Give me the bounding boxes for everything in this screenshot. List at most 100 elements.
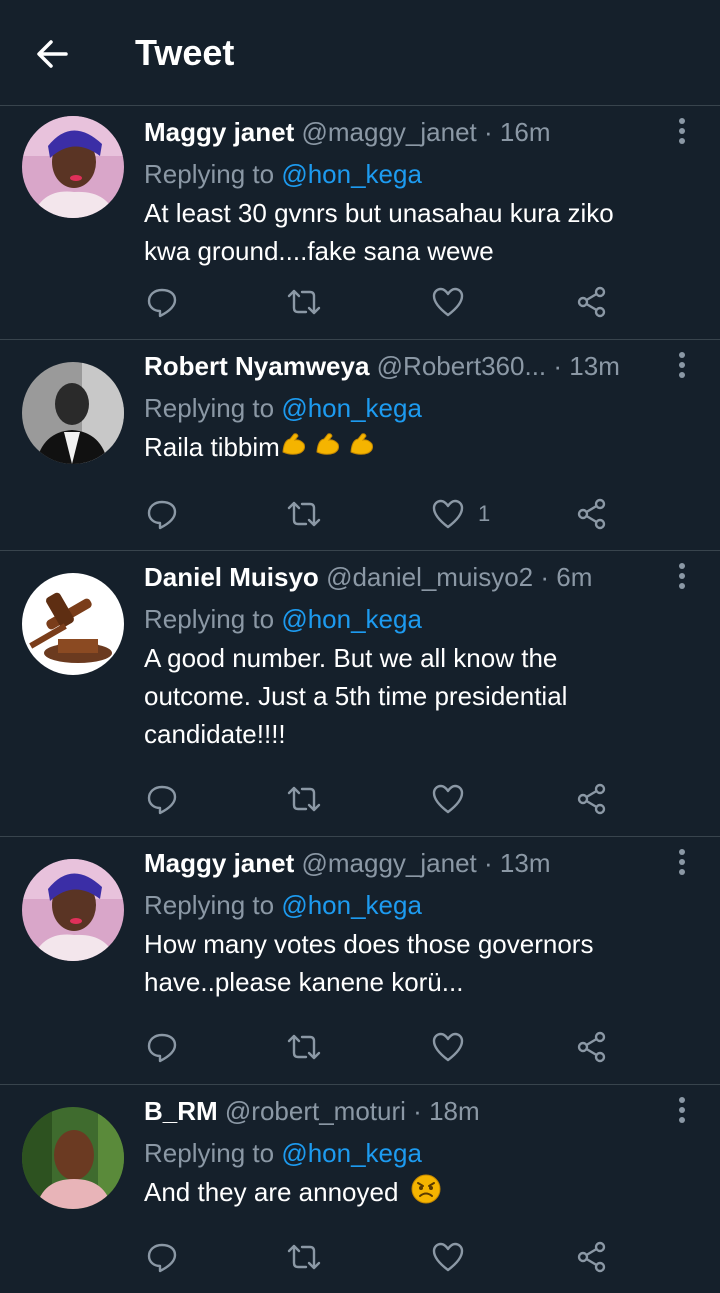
retweet-button[interactable] xyxy=(286,779,322,819)
reply-icon xyxy=(147,1243,177,1273)
reply-header: Maggy janet @maggy_janet · 16m xyxy=(144,114,664,150)
like-count: 1 xyxy=(478,501,491,526)
user-handle[interactable]: @daniel_muisyo2 xyxy=(326,562,533,592)
share-button[interactable] xyxy=(576,1237,608,1277)
share-icon xyxy=(577,1031,606,1063)
heart-icon xyxy=(432,499,464,529)
tweet-text: How many votes does those governors have… xyxy=(144,925,684,1001)
reply-tweet[interactable]: B_RM @robert_moturi · 18m Replying to @h… xyxy=(0,1085,720,1293)
reply-tweet[interactable]: Maggy janet @maggy_janet · 16m Replying … xyxy=(0,106,720,340)
reply-header: B_RM @robert_moturi · 18m xyxy=(144,1093,664,1129)
replying-to: Replying to @hon_kega xyxy=(144,887,422,923)
retweet-icon xyxy=(287,1034,321,1060)
reply-tweet[interactable]: Robert Nyamweya @Robert360... · 13m Repl… xyxy=(0,340,720,551)
separator: · xyxy=(484,117,493,147)
heart-icon xyxy=(432,1032,464,1062)
reply-button[interactable] xyxy=(146,1027,178,1067)
tweet-text-line: candidate!!!! xyxy=(144,719,286,749)
avatar[interactable] xyxy=(22,859,124,961)
display-name[interactable]: Daniel Muisyo xyxy=(144,562,319,592)
display-name[interactable]: Robert Nyamweya xyxy=(144,351,369,381)
mention-link[interactable]: @hon_kega xyxy=(281,159,422,189)
like-button[interactable] xyxy=(432,779,478,819)
timestamp[interactable]: 16m xyxy=(500,117,551,147)
action-bar xyxy=(144,1237,624,1277)
replying-to: Replying to @hon_kega xyxy=(144,1135,422,1171)
replying-prefix: Replying to xyxy=(144,890,275,920)
user-handle[interactable]: @maggy_janet xyxy=(301,117,476,147)
flexed-biceps-emoji xyxy=(348,430,376,468)
avatar[interactable] xyxy=(22,1107,124,1209)
tweet-text-line: have..please kanene korü... xyxy=(144,967,464,997)
tweet-text-line: Raila tibbim xyxy=(144,432,280,462)
share-button[interactable] xyxy=(576,1027,608,1067)
reply-icon xyxy=(147,500,177,530)
mention-link[interactable]: @hon_kega xyxy=(281,890,422,920)
action-bar xyxy=(144,1027,624,1067)
like-button[interactable] xyxy=(432,1027,478,1067)
action-bar xyxy=(144,282,624,322)
reply-button[interactable] xyxy=(146,1237,178,1277)
reply-header: Daniel Muisyo @daniel_muisyo2 · 6m xyxy=(144,559,664,595)
display-name[interactable]: B_RM xyxy=(144,1096,218,1126)
like-button[interactable] xyxy=(432,282,478,322)
avatar[interactable] xyxy=(22,362,124,464)
display-name[interactable]: Maggy janet xyxy=(144,117,294,147)
tweet-text-line: At least 30 gvnrs but unasahau kura ziko xyxy=(144,198,614,228)
retweet-icon xyxy=(287,1244,321,1270)
back-arrow-icon[interactable] xyxy=(32,34,72,74)
timestamp[interactable]: 13m xyxy=(569,351,620,381)
retweet-button[interactable] xyxy=(286,282,322,322)
tweet-text: Raila tibbim xyxy=(144,428,684,468)
user-handle[interactable]: @robert_moturi xyxy=(225,1096,406,1126)
tweet-text-line: kwa ground....fake sana wewe xyxy=(144,236,494,266)
more-options-icon[interactable] xyxy=(670,116,694,146)
separator: · xyxy=(540,562,550,592)
reply-button[interactable] xyxy=(146,282,178,322)
heart-icon xyxy=(432,287,464,317)
share-button[interactable] xyxy=(576,282,608,322)
timestamp[interactable]: 13m xyxy=(500,848,551,878)
more-options-icon[interactable] xyxy=(670,847,694,877)
like-button[interactable]: 1 xyxy=(432,494,490,534)
mention-link[interactable]: @hon_kega xyxy=(281,604,422,634)
action-bar xyxy=(144,779,624,819)
page-title: Tweet xyxy=(135,32,235,73)
user-handle[interactable]: @Robert360... xyxy=(377,351,546,381)
reply-button[interactable] xyxy=(146,779,178,819)
retweet-button[interactable] xyxy=(286,1237,322,1277)
retweet-button[interactable] xyxy=(286,494,322,534)
reply-button[interactable] xyxy=(146,494,178,534)
timestamp[interactable]: 6m xyxy=(556,562,592,592)
share-button[interactable] xyxy=(576,494,608,534)
retweet-button[interactable] xyxy=(286,1027,322,1067)
user-handle[interactable]: @maggy_janet xyxy=(301,848,476,878)
display-name[interactable]: Maggy janet xyxy=(144,848,294,878)
flexed-biceps-emoji xyxy=(280,430,308,468)
more-options-icon[interactable] xyxy=(670,561,694,591)
like-button[interactable] xyxy=(432,1237,478,1277)
replying-prefix: Replying to xyxy=(144,393,275,423)
replying-prefix: Replying to xyxy=(144,604,275,634)
heart-icon xyxy=(432,784,464,814)
share-button[interactable] xyxy=(576,779,608,819)
reply-tweet[interactable]: Daniel Muisyo @daniel_muisyo2 · 6m Reply… xyxy=(0,551,720,837)
heart-icon xyxy=(432,1242,464,1272)
reply-icon xyxy=(147,1033,177,1063)
separator: · xyxy=(413,1096,422,1126)
mention-link[interactable]: @hon_kega xyxy=(281,393,422,423)
tweet-text: And they are annoyed xyxy=(144,1173,684,1215)
more-options-icon[interactable] xyxy=(670,1095,694,1125)
mention-link[interactable]: @hon_kega xyxy=(281,1138,422,1168)
timestamp[interactable]: 18m xyxy=(429,1096,480,1126)
more-options-icon[interactable] xyxy=(670,350,694,380)
avatar[interactable] xyxy=(22,573,124,675)
action-bar: 1 xyxy=(144,494,624,534)
reply-tweet[interactable]: Maggy janet @maggy_janet · 13m Replying … xyxy=(0,837,720,1085)
tweet-text-line: outcome. Just a 5th time presidential xyxy=(144,681,568,711)
avatar[interactable] xyxy=(22,116,124,218)
reply-icon xyxy=(147,785,177,815)
reply-header: Robert Nyamweya @Robert360... · 13m xyxy=(144,348,664,384)
top-bar: Tweet xyxy=(0,0,720,106)
reply-header: Maggy janet @maggy_janet · 13m xyxy=(144,845,664,881)
